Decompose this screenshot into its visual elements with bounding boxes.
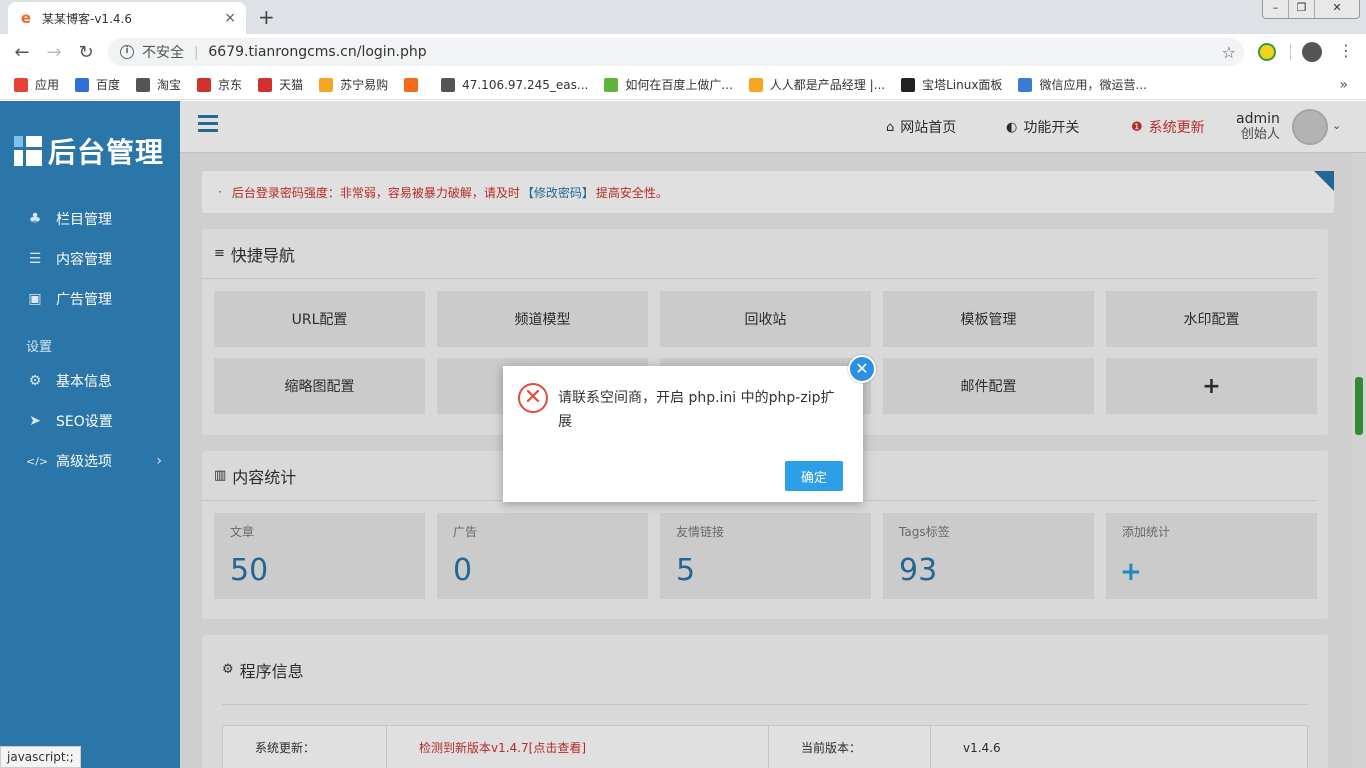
sidebar-menu: ♣ 栏目管理 ☰ 内容管理 ▣ 广告管理 设置 ⚙ 基本信息 ➤ SEO设置 <…	[0, 199, 180, 481]
globe-icon	[136, 77, 151, 92]
bookmark-item[interactable]: 47.106.97.245_eas...	[441, 77, 589, 92]
browser-menu-icon[interactable]: ⋮	[1338, 42, 1354, 60]
bookmark-item[interactable]: 如何在百度上做广...	[604, 76, 733, 93]
logo-mark-icon	[14, 136, 42, 166]
bookmark-item[interactable]: 百度	[75, 76, 120, 93]
bookmarks-bar: 应用 百度 淘宝 京东 天猫 苏宁易购 47.106.97.245_eas... 如何在百度上…	[0, 70, 1366, 100]
sidebar-item-category[interactable]: ♣ 栏目管理	[0, 199, 180, 239]
sidebar-item-label: 栏目管理	[56, 212, 112, 228]
reload-button[interactable]: ↻	[70, 42, 102, 63]
bookmark-label: 应用	[35, 78, 60, 92]
status-bar: javascript:;	[0, 746, 81, 768]
m-icon	[1018, 77, 1033, 92]
apps-grid-icon	[14, 77, 28, 92]
window-controls: – ❐ ✕	[1262, 0, 1360, 19]
bookmark-item[interactable]: 淘宝	[136, 76, 181, 93]
close-icon[interactable]: ✕	[848, 355, 876, 383]
bookmark-label: 淘宝	[157, 78, 182, 92]
sidebar-group-settings: 设置	[26, 340, 53, 355]
sidebar-item-label: 内容管理	[56, 252, 112, 268]
baidu-paw-icon	[75, 77, 90, 92]
chevron-right-icon: ›	[156, 453, 162, 469]
insecure-label[interactable]: 不安全	[142, 42, 184, 62]
back-button[interactable]: ←	[6, 42, 38, 63]
close-window-button[interactable]: ✕	[1315, 0, 1359, 18]
sidebar-item-ads[interactable]: ▣ 广告管理	[0, 279, 180, 319]
info-icon[interactable]: i	[120, 45, 134, 59]
bookmarks-overflow-icon[interactable]: »	[1339, 77, 1348, 93]
toolbar-divider	[1290, 44, 1291, 60]
bookmark-label: 天猫	[279, 78, 304, 92]
logo-text: 后台管理	[48, 136, 165, 169]
omnibox-separator: |	[194, 44, 199, 60]
bookmark-label: 微信应用，微运营...	[1039, 78, 1147, 92]
error-icon: ✕	[518, 383, 548, 413]
browser-tabbar: e 某某博客-v1.4.6 × + – ❐ ✕	[0, 0, 1366, 34]
confirm-button[interactable]: 确定	[785, 461, 843, 491]
bookmark-label: 宝塔Linux面板	[922, 78, 1003, 92]
orange-bracket-icon	[404, 77, 419, 92]
paper-plane-icon: ➤	[29, 413, 41, 429]
sidebar-item-label: 基本信息	[56, 374, 112, 390]
bookmark-item[interactable]: 宝塔Linux面板	[901, 76, 1002, 93]
bookmark-item[interactable]: 人人都是产品经理 |...	[748, 76, 886, 93]
extension-icon[interactable]	[1258, 43, 1276, 61]
sidebar-item-label: 高级选项	[56, 454, 112, 470]
bookmark-item[interactable]: 应用	[14, 76, 59, 93]
bookmark-item[interactable]: 天猫	[258, 76, 303, 93]
bookmark-label: 47.106.97.245_eas...	[462, 77, 589, 92]
tab-title: 某某博客-v1.4.6	[42, 11, 132, 26]
jd-icon	[197, 77, 212, 92]
site-favicon-icon: e	[20, 9, 32, 27]
bookmark-label: 人人都是产品经理 |...	[769, 78, 886, 92]
logo[interactable]: 后台管理	[14, 131, 164, 171]
bookmark-item[interactable]	[404, 77, 425, 92]
bookmark-label: 百度	[96, 78, 121, 92]
bookmark-label: 京东	[218, 78, 243, 92]
browser-tab[interactable]: e 某某博客-v1.4.6 ×	[8, 2, 246, 34]
minimize-button[interactable]: –	[1263, 0, 1289, 18]
profile-icon[interactable]	[1302, 42, 1322, 62]
list-icon: ☰	[28, 251, 42, 267]
bookmark-item[interactable]: 微信应用，微运营...	[1018, 76, 1147, 93]
tab-close-icon[interactable]: ×	[224, 10, 236, 26]
new-tab-button[interactable]: +	[258, 5, 275, 29]
bookmark-item[interactable]: 苏宁易购	[319, 76, 388, 93]
omnibox[interactable]: i 不安全 | 6679.tianrongcms.cn/login.php ☆	[108, 38, 1244, 66]
sidebar-item-seo[interactable]: ➤ SEO设置	[0, 401, 180, 441]
error-dialog: ✕ 请联系空间商，开启 php.ini 中的php-zip扩展 确定 ✕	[503, 355, 876, 502]
bookmark-label: 如何在百度上做广...	[625, 78, 733, 92]
sidebar-item-advanced[interactable]: </> 高级选项 ›	[0, 441, 180, 481]
url-text[interactable]: 6679.tianrongcms.cn/login.php	[208, 44, 426, 60]
sidebar: 后台管理 ♣ 栏目管理 ☰ 内容管理 ▣ 广告管理 设置 ⚙ 基本信息 ➤ SE…	[0, 101, 180, 768]
address-bar-row: ← → ↻ i 不安全 | 6679.tianrongcms.cn/login.…	[0, 34, 1366, 70]
bookmark-label: 苏宁易购	[340, 78, 389, 92]
tmall-icon	[258, 77, 273, 92]
dialog-message: 请联系空间商，开启 php.ini 中的php-zip扩展	[558, 390, 835, 430]
sidebar-item-label: SEO设置	[56, 414, 113, 430]
sidebar-item-basic-info[interactable]: ⚙ 基本信息	[0, 361, 180, 401]
restore-button[interactable]: ❐	[1289, 0, 1315, 18]
globe-icon	[441, 77, 456, 92]
sidebar-item-label: 广告管理	[56, 292, 112, 308]
green-circle-icon	[604, 77, 619, 92]
forward-button[interactable]: →	[38, 42, 70, 63]
gear-icon: ⚙	[28, 373, 42, 389]
suning-icon	[319, 77, 334, 92]
code-icon: </>	[26, 454, 49, 468]
bookmark-star-icon[interactable]: ☆	[1222, 43, 1236, 62]
bt-icon	[901, 77, 916, 92]
rr-icon	[748, 77, 763, 92]
image-icon: ▣	[28, 291, 42, 307]
sidebar-item-content[interactable]: ☰ 内容管理	[0, 239, 180, 279]
bookmark-item[interactable]: 京东	[197, 76, 242, 93]
sitemap-icon: ♣	[28, 211, 42, 227]
